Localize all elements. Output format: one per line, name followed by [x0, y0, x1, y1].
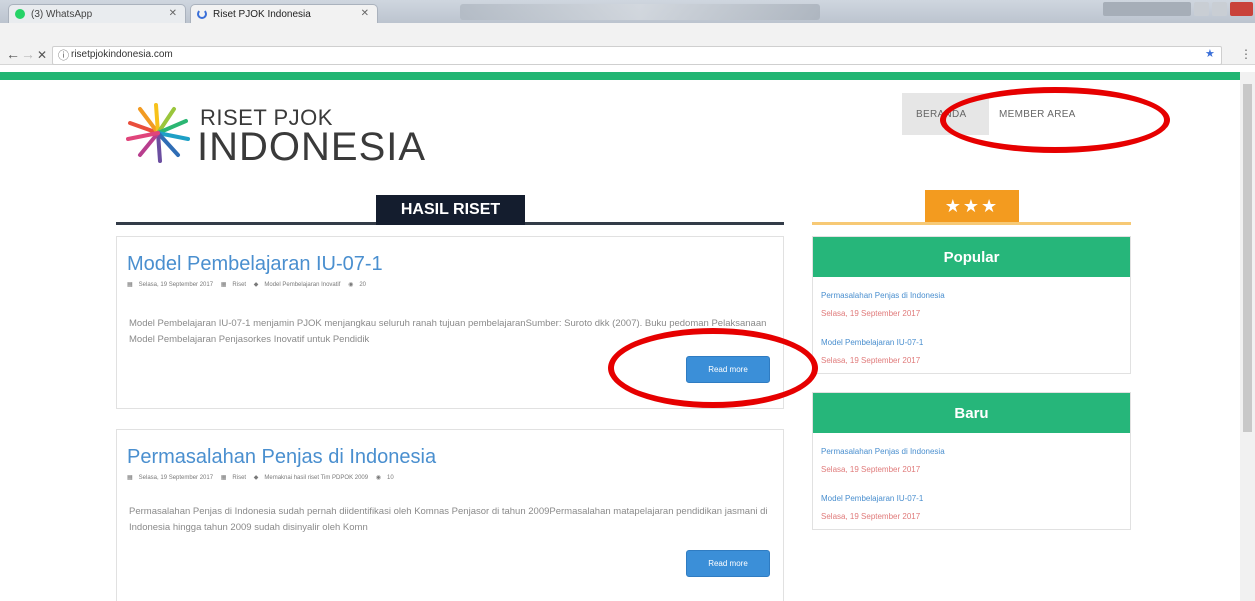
annotation-circle	[608, 328, 818, 408]
maximize-button[interactable]	[1211, 2, 1228, 16]
tag-icon: ◆	[253, 282, 259, 288]
browser-tab-strip: (3) WhatsApp ✕ Riset PJOK Indonesia ✕	[0, 0, 1255, 23]
stars-badge: ★★★	[925, 190, 1019, 222]
minimize-button[interactable]	[1193, 2, 1209, 16]
widget-title: Popular	[813, 237, 1130, 277]
menu-icon[interactable]: ⋮	[1240, 47, 1252, 61]
post-title[interactable]: Model Pembelajaran IU-07-1	[127, 253, 383, 276]
post-category[interactable]: Riset	[232, 475, 246, 481]
scrollbar-thumb[interactable]	[1243, 84, 1252, 432]
back-button[interactable]: ←	[6, 46, 20, 62]
post-excerpt: Permasalahan Penjas di Indonesia sudah p…	[129, 506, 768, 533]
post-views: 10	[387, 475, 394, 481]
sidebar-divider	[812, 222, 1131, 225]
logo-text-bottom: INDONESIA	[197, 125, 427, 169]
starburst-icon	[126, 103, 190, 163]
folder-icon: ▦	[220, 282, 227, 288]
calendar-icon: ▦	[127, 282, 133, 288]
widget-title: Baru	[813, 393, 1130, 433]
post-tag[interactable]: Memaknai hasil riset Tim PDPOK 2009	[264, 475, 368, 481]
top-accent-bar	[0, 72, 1240, 80]
info-icon[interactable]: ⓘ	[58, 47, 69, 63]
close-icon[interactable]: ✕	[169, 8, 177, 19]
post-card: Permasalahan Penjas di Indonesia ▦ Selasa…	[116, 429, 784, 601]
post-views: 20	[359, 282, 367, 288]
bookmark-star-icon[interactable]: ★	[1205, 47, 1215, 60]
blurred-taskbar-area	[460, 4, 820, 20]
post-meta: ▦ Selasa, 19 September 2017 ▦ Riset ◆ Memak…	[127, 474, 400, 481]
post-date: Selasa, 19 September 2017	[138, 282, 214, 288]
widget-post-date: Selasa, 19 September 2017	[821, 512, 921, 521]
popular-widget: Popular Permasalahan Penjas di Indonesia…	[812, 236, 1131, 374]
tab-title: Riset PJOK Indonesia	[213, 8, 311, 20]
widget-post-link[interactable]: Model Pembelajaran IU-07-1	[821, 338, 923, 347]
stop-button[interactable]: ✕	[37, 48, 47, 62]
eye-icon: ◉	[375, 475, 382, 481]
tab-whatsapp[interactable]: (3) WhatsApp ✕	[8, 4, 186, 23]
new-posts-widget: Baru Permasalahan Penjas di Indonesia Se…	[812, 392, 1131, 530]
widget-post-link[interactable]: Permasalahan Penjas di Indonesia	[821, 447, 945, 456]
window-controls	[1102, 2, 1253, 18]
post-category[interactable]: Riset	[232, 282, 246, 288]
widget-post-link[interactable]: Permasalahan Penjas di Indonesia	[821, 291, 945, 300]
url-text[interactable]: risetpjokindonesia.com	[71, 49, 173, 60]
forward-button[interactable]: →	[21, 46, 35, 62]
tag-icon: ◆	[253, 475, 259, 481]
calendar-icon: ▦	[127, 475, 133, 481]
post-date: Selasa, 19 September 2017	[138, 475, 214, 481]
widget-post-date: Selasa, 19 September 2017	[821, 309, 921, 318]
eye-icon: ◉	[348, 282, 354, 288]
post-meta: ▦ Selasa, 19 September 2017 ▦ Riset ◆ Model…	[127, 281, 372, 288]
read-more-button[interactable]: Read more	[686, 550, 770, 577]
annotation-circle	[940, 87, 1170, 153]
post-title[interactable]: Permasalahan Penjas di Indonesia	[127, 446, 436, 469]
close-window-button[interactable]	[1230, 2, 1253, 16]
tab-riset-pjok[interactable]: Riset PJOK Indonesia ✕	[190, 4, 378, 23]
tab-title: (3) WhatsApp	[31, 8, 93, 20]
section-title: HASIL RISET	[376, 195, 525, 225]
widget-post-date: Selasa, 19 September 2017	[821, 356, 921, 365]
widget-post-link[interactable]: Model Pembelajaran IU-07-1	[821, 494, 923, 503]
post-tag[interactable]: Model Pembelajaran Inovatif	[264, 282, 340, 288]
loading-icon	[197, 9, 207, 19]
whatsapp-icon	[15, 9, 25, 19]
folder-icon: ▦	[220, 475, 227, 481]
widget-post-date: Selasa, 19 September 2017	[821, 465, 921, 474]
close-icon[interactable]: ✕	[361, 8, 369, 19]
blurred-user-area	[1102, 2, 1191, 16]
address-bar[interactable]	[52, 46, 1222, 65]
